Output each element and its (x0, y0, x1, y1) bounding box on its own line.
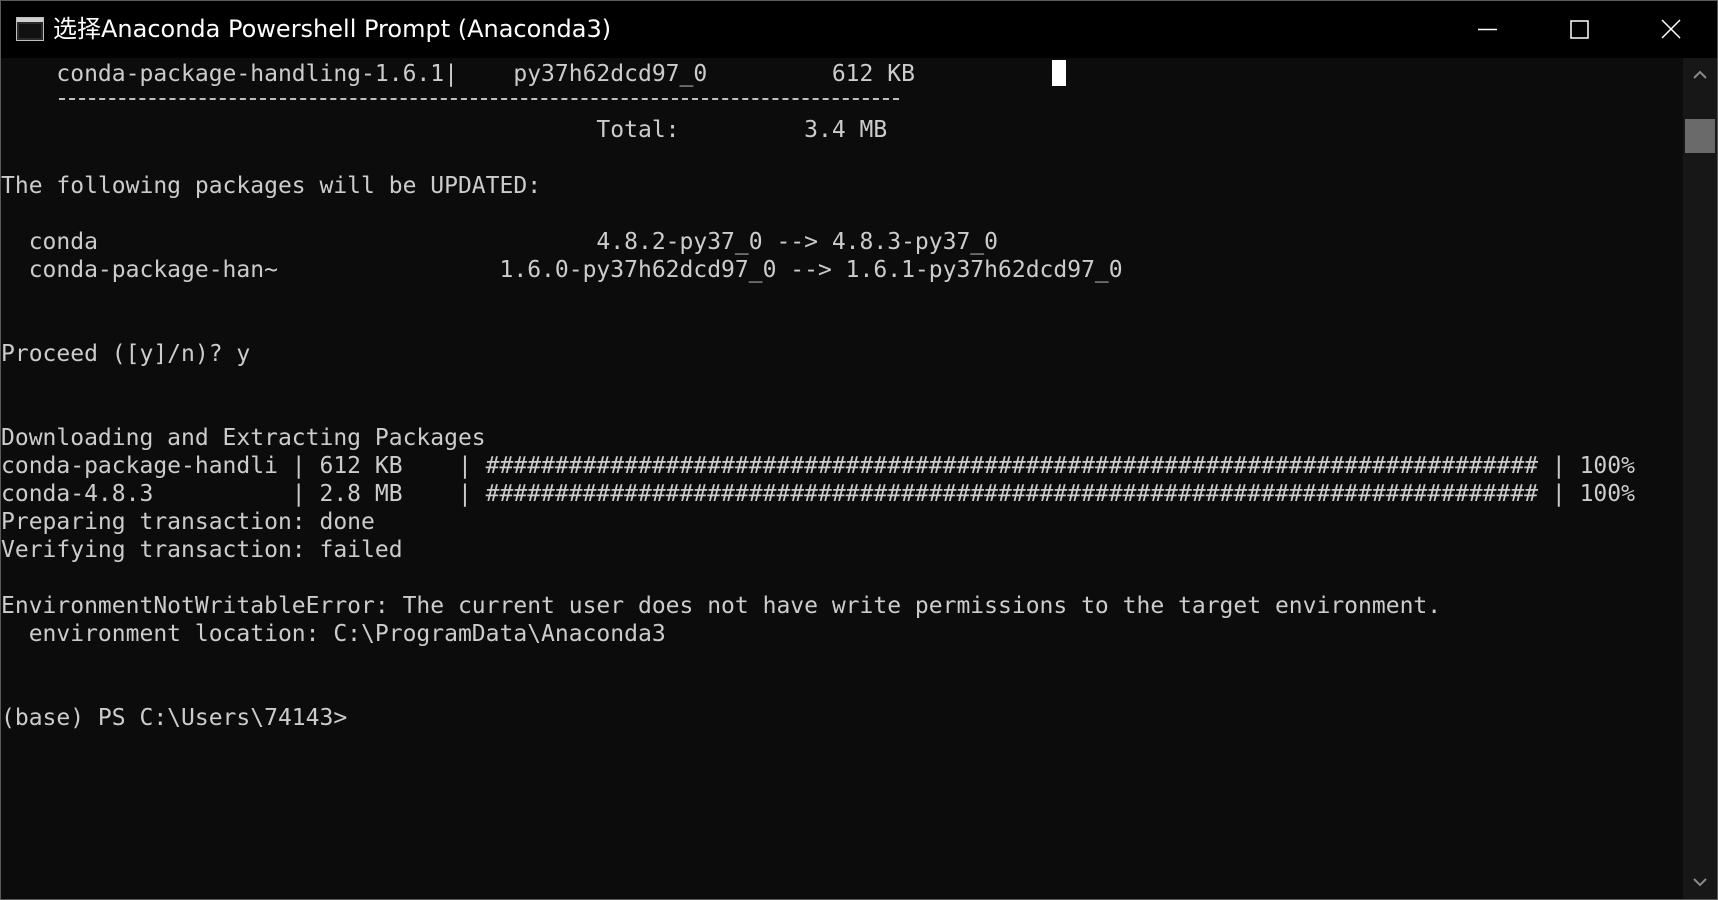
vertical-scrollbar[interactable] (1683, 58, 1717, 899)
console-line: EnvironmentNotWritableError: The current… (1, 593, 1442, 619)
close-icon (1661, 19, 1681, 39)
chevron-up-icon (1693, 70, 1707, 79)
console-line: conda-package-handling-1.6.1| py37h62dcd… (1, 61, 915, 87)
console-app-icon (16, 17, 44, 41)
text-cursor (1052, 60, 1066, 86)
title-bar[interactable]: 选择Anaconda Powershell Prompt (Anaconda3) (1, 1, 1717, 58)
console-prompt[interactable]: (base) PS C:\Users\74143> (1, 704, 347, 732)
maximize-button[interactable] (1533, 1, 1625, 58)
console-line: Verifying transaction: failed (1, 537, 403, 563)
console-line: Proceed ([y]/n)? y (1, 341, 251, 367)
console-line: Downloading and Extracting Packages (1, 425, 486, 451)
table-divider (59, 98, 899, 100)
window-title: 选择Anaconda Powershell Prompt (Anaconda3) (53, 15, 612, 43)
close-button[interactable] (1625, 1, 1717, 58)
minimize-button[interactable] (1441, 1, 1533, 58)
console-line: environment location: C:\ProgramData\Ana… (1, 621, 666, 647)
console-line: conda-4.8.3 | 2.8 MB | #################… (1, 481, 1635, 507)
console-line: Total: 3.4 MB (1, 117, 888, 143)
console-output[interactable]: conda-package-handling-1.6.1| py37h62dcd… (1, 58, 1683, 899)
maximize-icon (1570, 20, 1589, 39)
minimize-icon (1478, 28, 1497, 31)
console-window: 选择Anaconda Powershell Prompt (Anaconda3)… (0, 0, 1718, 900)
console-line: conda-package-han~ 1.6.0-py37h62dcd97_0 … (1, 257, 1123, 283)
console-line: conda 4.8.2-py37_0 --> 4.8.3-py37_0 (1, 229, 998, 255)
scroll-thumb[interactable] (1685, 119, 1715, 153)
scroll-up-button[interactable] (1683, 58, 1717, 92)
console-line: The following packages will be UPDATED: (1, 173, 542, 199)
scroll-down-button[interactable] (1683, 865, 1717, 899)
chevron-down-icon (1693, 878, 1707, 887)
console-line: Preparing transaction: done (1, 509, 375, 535)
console-line: conda-package-handli | 612 KB | ########… (1, 453, 1635, 479)
